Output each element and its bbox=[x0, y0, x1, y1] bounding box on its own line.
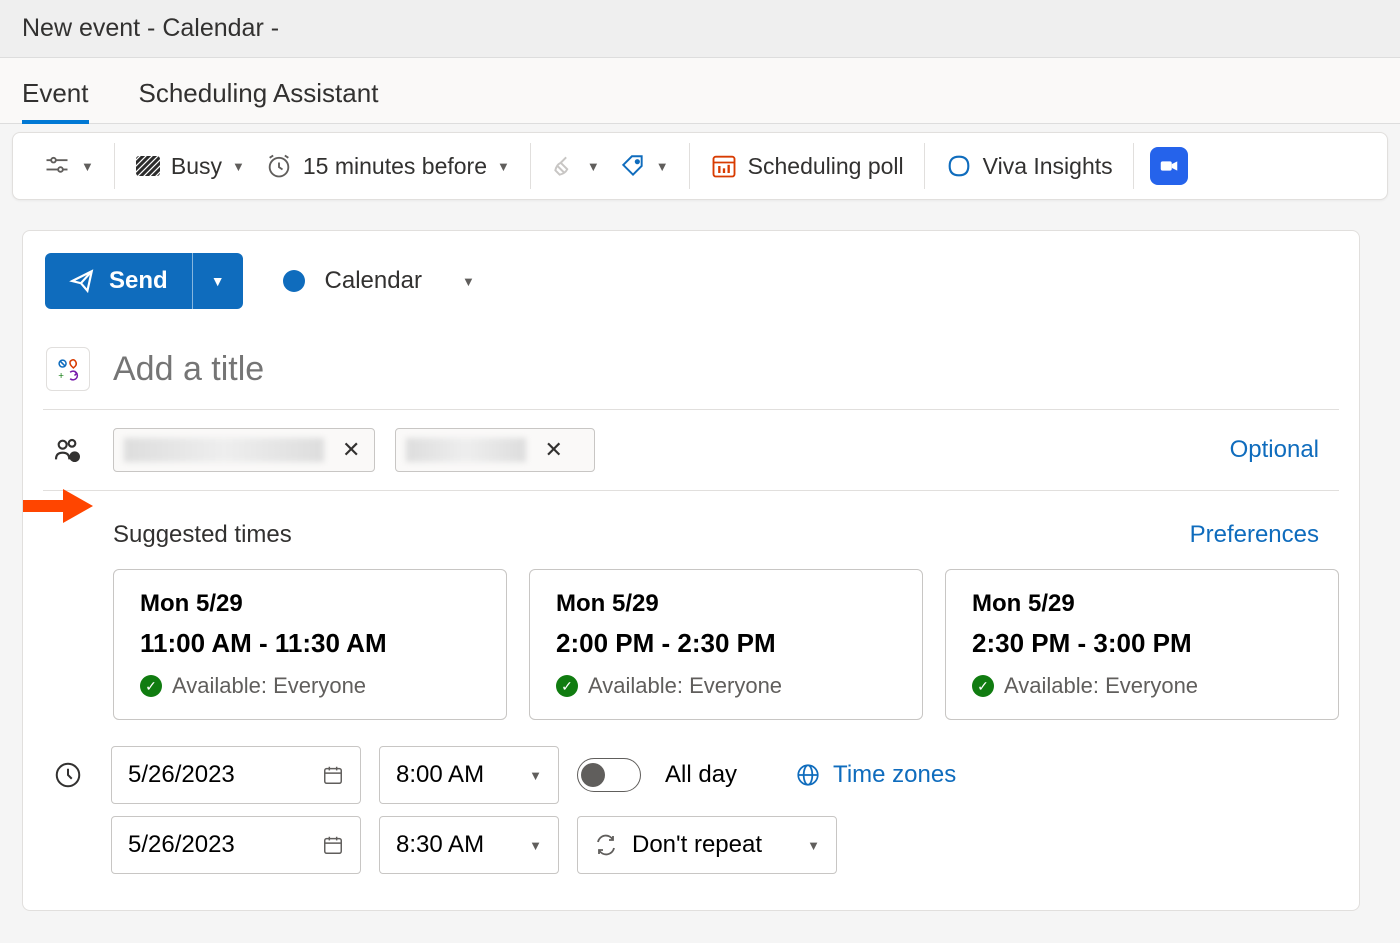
globe-icon bbox=[795, 762, 821, 788]
remove-attendee-button[interactable]: ✕ bbox=[338, 437, 364, 463]
show-as-label: Busy bbox=[171, 153, 222, 180]
start-date-value: 5/26/2023 bbox=[128, 761, 235, 789]
viva-insights-icon bbox=[945, 152, 973, 180]
svg-text:+: + bbox=[58, 371, 64, 382]
slot-availability: ✓ Available: Everyone bbox=[556, 673, 896, 699]
teams-meeting-button[interactable] bbox=[1150, 147, 1188, 185]
calendar-color-dot bbox=[283, 270, 305, 292]
send-label: Send bbox=[109, 267, 168, 295]
chevron-down-icon: ▼ bbox=[232, 159, 245, 174]
end-date-value: 5/26/2023 bbox=[128, 831, 235, 859]
event-form: Send ▼ Calendar ▼ + bbox=[22, 230, 1360, 911]
slot-time: 11:00 AM - 11:30 AM bbox=[140, 628, 480, 659]
slot-date: Mon 5/29 bbox=[556, 590, 896, 618]
suggested-time-slot[interactable]: Mon 5/29 2:00 PM - 2:30 PM ✓ Available: … bbox=[529, 569, 923, 720]
start-date-field[interactable]: 5/26/2023 bbox=[111, 746, 361, 804]
recurrence-field[interactable]: Don't repeat ▼ bbox=[577, 816, 837, 874]
alarm-clock-icon bbox=[265, 152, 293, 180]
send-dropdown[interactable]: ▼ bbox=[192, 253, 243, 309]
recurrence-value: Don't repeat bbox=[632, 831, 762, 859]
reminder-dropdown[interactable]: 15 minutes before ▼ bbox=[261, 146, 514, 186]
slot-date: Mon 5/29 bbox=[140, 590, 480, 618]
attendee-chip[interactable]: ✕ bbox=[113, 428, 375, 472]
scheduling-poll-icon bbox=[710, 152, 738, 180]
end-time-field[interactable]: 8:30 AM ▼ bbox=[379, 816, 559, 874]
window-titlebar: New event - Calendar - bbox=[0, 0, 1400, 58]
send-button[interactable]: Send ▼ bbox=[45, 253, 243, 309]
chevron-down-icon: ▼ bbox=[656, 159, 669, 174]
start-time-field[interactable]: 8:00 AM ▼ bbox=[379, 746, 559, 804]
calendar-selector[interactable]: Calendar ▼ bbox=[283, 267, 475, 295]
tab-scheduling-assistant[interactable]: Scheduling Assistant bbox=[139, 58, 379, 123]
suggested-times-label: Suggested times bbox=[113, 521, 292, 549]
viva-label: Viva Insights bbox=[983, 153, 1113, 180]
tab-event[interactable]: Event bbox=[22, 58, 89, 123]
attendee-name-redacted bbox=[124, 438, 324, 462]
preferences-link[interactable]: Preferences bbox=[1190, 521, 1339, 549]
start-time-value: 8:00 AM bbox=[396, 761, 484, 789]
emoji-icon: + bbox=[55, 356, 81, 382]
viva-insights-button[interactable]: Viva Insights bbox=[941, 146, 1117, 186]
calendar-icon bbox=[322, 764, 344, 786]
tabs: Event Scheduling Assistant bbox=[0, 58, 1400, 124]
tag-icon bbox=[620, 153, 646, 179]
chevron-down-icon: ▼ bbox=[81, 159, 94, 174]
reminder-label: 15 minutes before bbox=[303, 153, 487, 180]
chevron-down-icon: ▼ bbox=[497, 159, 510, 174]
repeat-icon bbox=[594, 833, 618, 857]
all-day-toggle[interactable] bbox=[577, 758, 641, 792]
chevron-down-icon: ▼ bbox=[587, 159, 600, 174]
chevron-down-icon: ▼ bbox=[462, 274, 475, 289]
categorize-dropdown[interactable]: ▼ bbox=[616, 147, 673, 185]
scheduling-poll-label: Scheduling poll bbox=[748, 153, 904, 180]
video-icon bbox=[1158, 155, 1180, 177]
attendee-chip[interactable]: ✕ bbox=[395, 428, 595, 472]
slot-availability: ✓ Available: Everyone bbox=[140, 673, 480, 699]
chevron-down-icon: ▼ bbox=[529, 768, 542, 783]
slot-date: Mon 5/29 bbox=[972, 590, 1312, 618]
busy-status-icon bbox=[135, 155, 161, 177]
suggested-time-slot[interactable]: Mon 5/29 11:00 AM - 11:30 AM ✓ Available… bbox=[113, 569, 507, 720]
calendar-icon bbox=[322, 834, 344, 856]
sliders-icon bbox=[43, 152, 71, 180]
people-icon: + bbox=[52, 434, 84, 466]
check-circle-icon: ✓ bbox=[556, 675, 578, 697]
suggested-times-list: Mon 5/29 11:00 AM - 11:30 AM ✓ Available… bbox=[113, 559, 1339, 740]
response-options-dropdown[interactable]: ▼ bbox=[39, 146, 98, 186]
annotation-arrow-icon bbox=[23, 489, 93, 523]
suggested-time-slot[interactable]: Mon 5/29 2:30 PM - 3:00 PM ✓ Available: … bbox=[945, 569, 1339, 720]
all-day-label: All day bbox=[665, 761, 737, 789]
attendee-name-redacted bbox=[406, 438, 526, 462]
remove-attendee-button[interactable]: ✕ bbox=[540, 437, 566, 463]
check-circle-icon: ✓ bbox=[140, 675, 162, 697]
slot-time: 2:30 PM - 3:00 PM bbox=[972, 628, 1312, 659]
toolbar: ▼ Busy ▼ 15 minutes before ▼ ▼ ▼ Schedul… bbox=[12, 132, 1388, 200]
optional-attendees-link[interactable]: Optional bbox=[1230, 436, 1339, 464]
chevron-down-icon: ▼ bbox=[807, 838, 820, 853]
clock-icon bbox=[53, 760, 83, 790]
chevron-down-icon: ▼ bbox=[529, 838, 542, 853]
event-title-input[interactable] bbox=[113, 350, 1339, 389]
window-title: New event - Calendar - bbox=[22, 14, 279, 42]
chevron-down-icon: ▼ bbox=[211, 273, 225, 289]
slot-time: 2:00 PM - 2:30 PM bbox=[556, 628, 896, 659]
broom-icon bbox=[551, 153, 577, 179]
toggle-knob bbox=[581, 763, 605, 787]
send-icon bbox=[69, 268, 95, 294]
time-zones-link[interactable]: Time zones bbox=[795, 761, 956, 789]
end-date-field[interactable]: 5/26/2023 bbox=[111, 816, 361, 874]
check-circle-icon: ✓ bbox=[972, 675, 994, 697]
emoji-picker-button[interactable]: + bbox=[46, 347, 90, 391]
show-as-dropdown[interactable]: Busy ▼ bbox=[131, 147, 249, 186]
end-time-value: 8:30 AM bbox=[396, 831, 484, 859]
calendar-label: Calendar bbox=[325, 267, 422, 295]
cleanup-dropdown[interactable]: ▼ bbox=[547, 147, 604, 185]
svg-text:+: + bbox=[71, 453, 76, 463]
scheduling-poll-button[interactable]: Scheduling poll bbox=[706, 146, 908, 186]
slot-availability: ✓ Available: Everyone bbox=[972, 673, 1312, 699]
